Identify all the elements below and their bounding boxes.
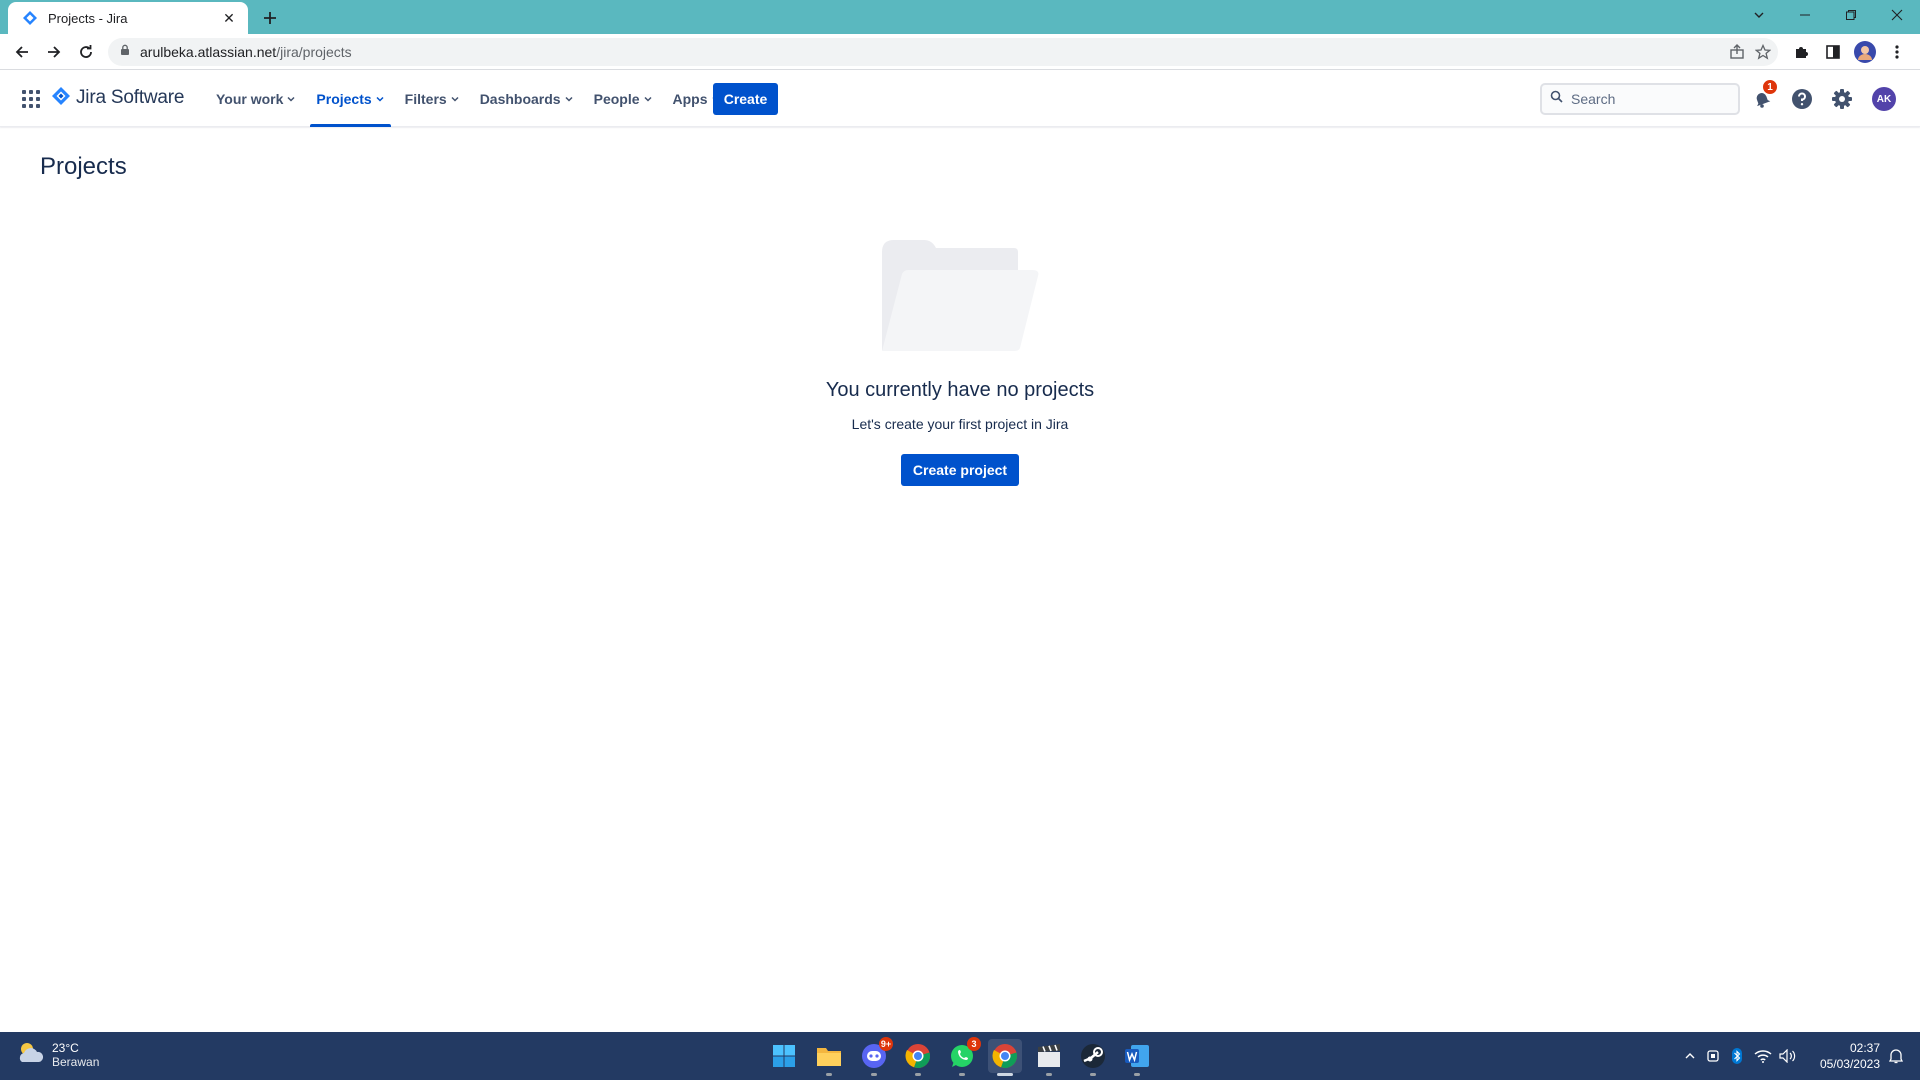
active-indicator (997, 1073, 1013, 1076)
browser-menu-icon[interactable] (1883, 38, 1911, 66)
minimize-icon[interactable] (1782, 0, 1828, 30)
browser-profile-avatar[interactable] (1851, 38, 1879, 66)
bookmark-star-icon[interactable] (1754, 43, 1772, 61)
discord-badge: 9+ (879, 1037, 893, 1051)
word-icon[interactable] (1120, 1039, 1154, 1076)
chrome-profile-icon[interactable] (988, 1039, 1022, 1076)
cloudy-weather-icon (16, 1040, 44, 1069)
chevron-down-icon (564, 94, 574, 104)
chevron-down-icon (375, 94, 385, 104)
empty-state-heading: You currently have no projects (825, 379, 1095, 401)
discord-icon[interactable]: 9+ (857, 1037, 893, 1076)
new-tab-icon[interactable] (258, 6, 282, 30)
whatsapp-icon[interactable]: 3 (945, 1037, 981, 1076)
nav-people[interactable]: People (586, 70, 661, 127)
running-indicator (826, 1073, 832, 1076)
user-avatar[interactable]: AK (1872, 87, 1896, 111)
settings-gear-icon[interactable] (1828, 85, 1856, 113)
side-panel-icon[interactable] (1819, 38, 1847, 66)
page-title: Projects (40, 153, 127, 180)
system-clock[interactable]: 02:37 05/03/2023 (1800, 1040, 1880, 1072)
back-icon[interactable] (8, 38, 36, 66)
clock-date: 05/03/2023 (1819, 1057, 1880, 1071)
nav-label: Your work (216, 90, 284, 107)
windows-start-icon[interactable] (767, 1039, 801, 1073)
whatsapp-badge: 3 (967, 1037, 981, 1051)
create-project-button[interactable]: Create project (900, 454, 1020, 486)
nav-label: Apps (672, 90, 708, 107)
browser-tab-strip: Projects - Jira ✕ (0, 0, 1920, 34)
address-bar[interactable]: arulbeka.atlassian.net/jira/projects (108, 38, 1778, 66)
chrome-icon[interactable] (901, 1039, 935, 1076)
url-host: arulbeka.atlassian.net (140, 44, 277, 60)
url-text: arulbeka.atlassian.net/jira/projects (140, 44, 352, 60)
primary-nav: Your work Projects Filters Dashboards Pe… (208, 70, 733, 127)
url-path: /jira/projects (276, 44, 352, 60)
jira-software-logo[interactable]: Jira Software (52, 86, 184, 110)
nav-your-work[interactable]: Your work (208, 70, 304, 127)
tab-search-chevron-icon[interactable] (1736, 0, 1782, 30)
empty-state-subheading: Let's create your first project in Jira (851, 416, 1069, 432)
app-switcher-icon[interactable] (18, 87, 42, 111)
weather-temperature: 23°C (52, 1040, 79, 1055)
running-indicator (1134, 1073, 1140, 1076)
search-box[interactable] (1540, 83, 1740, 115)
jira-favicon-icon (22, 10, 38, 26)
search-input[interactable] (1571, 91, 1721, 107)
windows-taskbar: 23°C Berawan 9+ 3 02:37 05/03/2023 (0, 1032, 1920, 1080)
running-indicator (1090, 1073, 1096, 1076)
browser-tab[interactable]: Projects - Jira ✕ (8, 2, 248, 34)
search-icon (1550, 90, 1563, 108)
steam-icon[interactable] (1076, 1039, 1110, 1076)
tab-title: Projects - Jira (48, 10, 128, 26)
jira-diamond-icon (52, 86, 70, 110)
running-indicator (871, 1073, 877, 1076)
show-hidden-icons-chevron-icon[interactable] (1680, 1046, 1700, 1066)
close-window-icon[interactable] (1874, 0, 1920, 30)
nav-label: Dashboards (479, 90, 561, 107)
jira-top-nav: Jira Software Your work Projects Filters… (0, 70, 1920, 127)
clapper-icon[interactable] (1032, 1039, 1066, 1076)
weather-condition: Berawan (52, 1054, 100, 1069)
nav-dashboards[interactable]: Dashboards (472, 70, 582, 127)
chevron-down-icon (450, 94, 460, 104)
create-button[interactable]: Create (713, 83, 778, 115)
nav-label: Filters (404, 90, 447, 107)
bluetooth-icon[interactable] (1727, 1046, 1747, 1066)
nav-filters[interactable]: Filters (397, 70, 468, 127)
volume-icon[interactable] (1778, 1046, 1798, 1066)
running-indicator (959, 1073, 965, 1076)
help-icon[interactable] (1788, 85, 1816, 113)
notification-count-badge: 1 (1762, 79, 1778, 95)
tab-close-icon[interactable]: ✕ (220, 9, 238, 27)
running-indicator (915, 1073, 921, 1076)
file-explorer-icon[interactable] (812, 1039, 846, 1076)
restore-icon[interactable] (1828, 0, 1874, 30)
extensions-puzzle-icon[interactable] (1787, 38, 1815, 66)
lock-icon (120, 43, 130, 61)
empty-state: You currently have no projects Let's cre… (760, 238, 1160, 486)
notification-center-icon[interactable] (1886, 1046, 1906, 1066)
weather-widget[interactable]: 23°C Berawan (16, 1040, 99, 1069)
chevron-down-icon (643, 94, 653, 104)
notifications-bell-icon[interactable]: 1 (1748, 79, 1778, 113)
nav-label: People (593, 90, 640, 107)
browser-toolbar: arulbeka.atlassian.net/jira/projects (0, 34, 1920, 70)
chevron-down-icon (286, 94, 296, 104)
share-icon[interactable] (1728, 43, 1746, 61)
empty-folder-illustration-icon (880, 238, 1040, 357)
reload-icon[interactable] (72, 38, 100, 66)
running-indicator (1046, 1073, 1052, 1076)
nav-projects[interactable]: Projects (308, 70, 392, 127)
usb-device-icon[interactable] (1703, 1046, 1723, 1066)
nav-label: Projects (316, 90, 372, 107)
wifi-icon[interactable] (1753, 1046, 1773, 1066)
clock-time: 02:37 (1849, 1041, 1880, 1055)
product-name: Jira Software (76, 87, 185, 108)
forward-icon[interactable] (40, 38, 68, 66)
